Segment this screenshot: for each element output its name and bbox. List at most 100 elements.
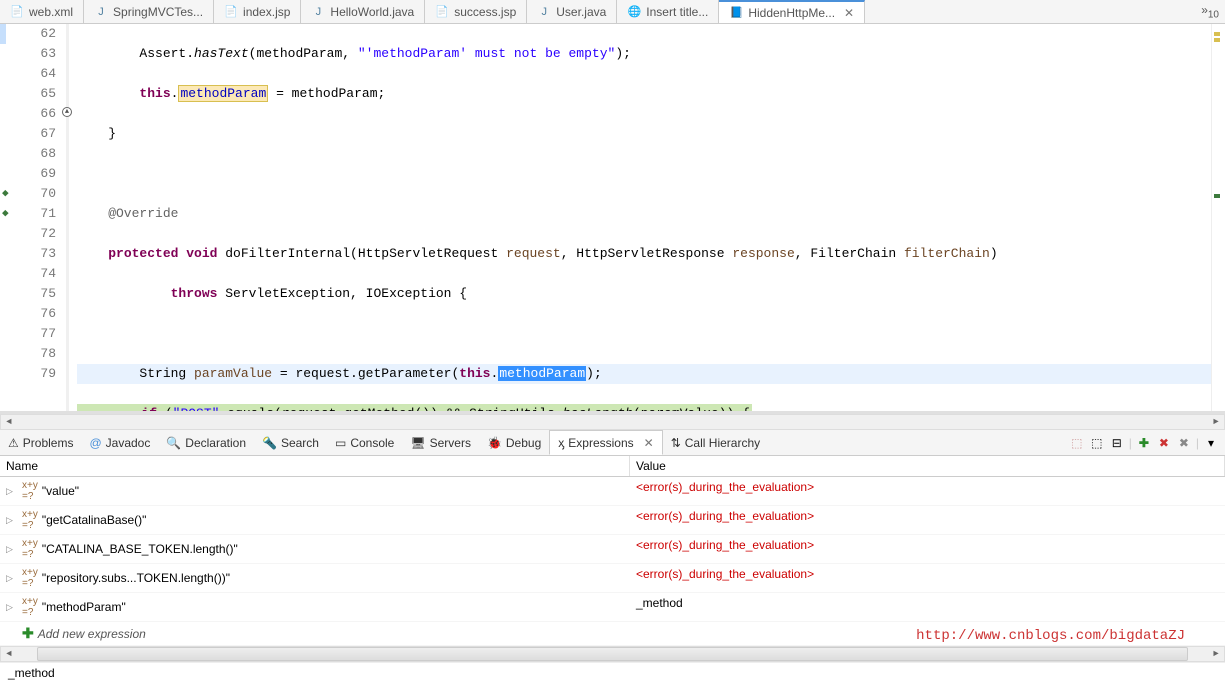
panel-hscroll[interactable]: ◄► <box>0 646 1225 662</box>
panel-tabbar: ⚠Problems @Javadoc 🔍Declaration 🔦Search … <box>0 430 1225 456</box>
panel-toolbar: ⬚ ⬚ ⊟ | ✚ ✖ ✖ | ▾ <box>1069 435 1225 451</box>
expr-value: <error(s)_during_the_evaluation> <box>630 477 1225 505</box>
tab-index-jsp[interactable]: 📄index.jsp <box>214 0 301 23</box>
tab-label: User.java <box>556 5 606 19</box>
java-icon: J <box>537 5 551 19</box>
tab-success-jsp[interactable]: 📄 success.jsp <box>425 0 527 23</box>
show-logical-icon[interactable]: ⬚ <box>1089 435 1105 451</box>
expr-name: "methodParam" <box>42 600 126 614</box>
tab-label: success.jsp <box>454 5 516 19</box>
tab-label: Insert title... <box>646 5 708 19</box>
servers-icon: 🖥 <box>410 436 425 450</box>
scroll-left-icon[interactable]: ◄ <box>1 417 17 427</box>
scroll-left-icon[interactable]: ◄ <box>1 649 17 659</box>
marker-strip: ◆ ◆ <box>0 24 14 411</box>
expr-value: <error(s)_during_the_evaluation> <box>630 535 1225 563</box>
tab-debug[interactable]: 🐞Debug <box>479 430 549 455</box>
expand-icon[interactable]: ▷ <box>6 573 18 584</box>
tab-springmvc[interactable]: J SpringMVCTes... <box>84 0 214 23</box>
scroll-right-icon[interactable]: ► <box>1208 649 1224 659</box>
tab-declaration[interactable]: 🔍Declaration <box>158 430 254 455</box>
more-count: 10 <box>1208 9 1219 20</box>
close-icon[interactable]: ✕ <box>644 436 654 450</box>
statusbar: _method <box>0 662 1225 684</box>
expressions-view: Name Value ▷ x+y=? "value" <error(s)_durin… <box>0 456 1225 646</box>
col-name[interactable]: Name <box>0 456 630 476</box>
scroll-right-icon[interactable]: ► <box>1208 417 1224 427</box>
tab-insert-title[interactable]: 🌐 Insert title... <box>617 0 719 23</box>
tab-label: web.xml <box>29 5 73 19</box>
tab-label: SpringMVCTes... <box>113 5 203 19</box>
editor-hscroll[interactable]: ◄► <box>0 414 1225 430</box>
table-row[interactable]: ▷x+y=?"CATALINA_BASE_TOKEN.length()" <er… <box>0 535 1225 564</box>
web-icon: 🌐 <box>627 5 641 19</box>
tab-console[interactable]: ▭Console <box>327 430 402 455</box>
expr-icon: x+y=? <box>22 480 38 502</box>
expand-icon[interactable]: ▷ <box>6 544 18 555</box>
add-expression-icon[interactable]: ✚ <box>1136 435 1152 451</box>
tab-label: HelloWorld.java <box>330 5 414 19</box>
console-icon: ▭ <box>335 436 346 450</box>
expr-name: "getCatalinaBase()" <box>42 513 147 527</box>
menu-icon[interactable]: ▾ <box>1203 435 1219 451</box>
java-icon: J <box>94 5 108 19</box>
expand-icon[interactable]: ▷ <box>6 515 18 526</box>
expr-name: "repository.subs...TOKEN.length())" <box>42 571 230 585</box>
table-row[interactable]: ▷x+y=?"getCatalinaBase()" <error(s)_duri… <box>0 506 1225 535</box>
tab-javadoc[interactable]: @Javadoc <box>81 430 158 455</box>
collapse-all-icon[interactable]: ⊟ <box>1109 435 1125 451</box>
editor-tabbar: 📄web.xml JSpringMVCTes... 📄index.jsp JHe… <box>0 0 1225 24</box>
occurrence-marker-icon <box>1214 32 1220 36</box>
expr-icon: x+y=? <box>22 567 38 589</box>
line-numbers: 62636465 66▲ 67686970717273747576777879 <box>14 24 69 411</box>
tab-problems[interactable]: ⚠Problems <box>0 430 81 455</box>
table-row[interactable]: ▷ x+y=? "methodParam" _method <box>0 593 1225 622</box>
tab-hiddenhttp[interactable]: 📘HiddenHttpMe...✕ <box>719 0 865 23</box>
tab-search[interactable]: 🔦Search <box>254 430 327 455</box>
expr-name: "value" <box>42 484 79 498</box>
expr-value: <error(s)_during_the_evaluation> <box>630 564 1225 592</box>
code-editor[interactable]: ◆ ◆ 62636465 66▲ 67686970717273747576777… <box>0 24 1225 414</box>
watermark: http://www.cnblogs.com/bigdataZJ <box>916 628 1185 644</box>
more-tabs[interactable]: »10 <box>1195 3 1225 20</box>
tab-helloworld[interactable]: J HelloWorld.java <box>301 0 425 23</box>
tab-call-hierarchy[interactable]: ⇅Call Hierarchy <box>663 430 768 455</box>
field-occurrence: methodParam <box>178 85 268 102</box>
jsp-icon: 📄 <box>435 5 449 19</box>
scroll-thumb[interactable] <box>37 647 1188 661</box>
close-icon[interactable]: ✕ <box>844 6 854 20</box>
java-icon: J <box>311 5 325 19</box>
javadoc-icon: @ <box>89 436 101 450</box>
table-row[interactable]: ▷ x+y=? "repository.subs...TOKEN.length())… <box>0 564 1225 593</box>
expr-name: "CATALINA_BASE_TOKEN.length()" <box>42 542 238 556</box>
tab-label: index.jsp <box>243 5 290 19</box>
show-type-names-icon[interactable]: ⬚ <box>1069 435 1085 451</box>
expand-icon[interactable]: ▷ <box>6 602 18 613</box>
code-area[interactable]: Assert.hasText(methodParam, "'methodPara… <box>69 24 1211 411</box>
tab-expressions[interactable]: ᶍExpressions✕ <box>549 430 662 455</box>
occurrence-marker-icon <box>1214 38 1220 42</box>
xml-icon: 📄 <box>10 5 24 19</box>
debug-exec-line: if ("POST".equals(request.getMethod()) &… <box>77 404 752 411</box>
tab-web-xml[interactable]: 📄 web.xml <box>0 0 84 23</box>
expressions-icon: ᶍ <box>558 436 564 450</box>
tab-servers[interactable]: 🖥Servers <box>402 430 479 455</box>
problems-icon: ⚠ <box>8 436 19 450</box>
table-header: Name Value <box>0 456 1225 477</box>
remove-all-icon[interactable]: ✖ <box>1176 435 1192 451</box>
debug-marker-icon <box>1214 194 1220 198</box>
expand-icon[interactable]: ▷ <box>6 486 18 497</box>
table-row[interactable]: ▷ x+y=? "value" <error(s)_during_the_evalu… <box>0 477 1225 506</box>
tab-label: HiddenHttpMe... <box>748 6 835 20</box>
expr-value: <error(s)_during_the_evaluation> <box>630 506 1225 534</box>
col-value[interactable]: Value <box>630 456 1225 476</box>
expr-value: _method <box>630 593 1225 621</box>
add-icon: ✚ <box>22 625 34 642</box>
current-line: String paramValue = request.getParameter… <box>77 364 1211 384</box>
selection: methodParam <box>498 366 586 381</box>
tab-user-java[interactable]: J User.java <box>527 0 617 23</box>
declaration-icon: 🔍 <box>166 436 181 450</box>
overview-ruler[interactable] <box>1211 24 1225 411</box>
remove-icon[interactable]: ✖ <box>1156 435 1172 451</box>
expr-icon: x+y=? <box>22 596 38 618</box>
